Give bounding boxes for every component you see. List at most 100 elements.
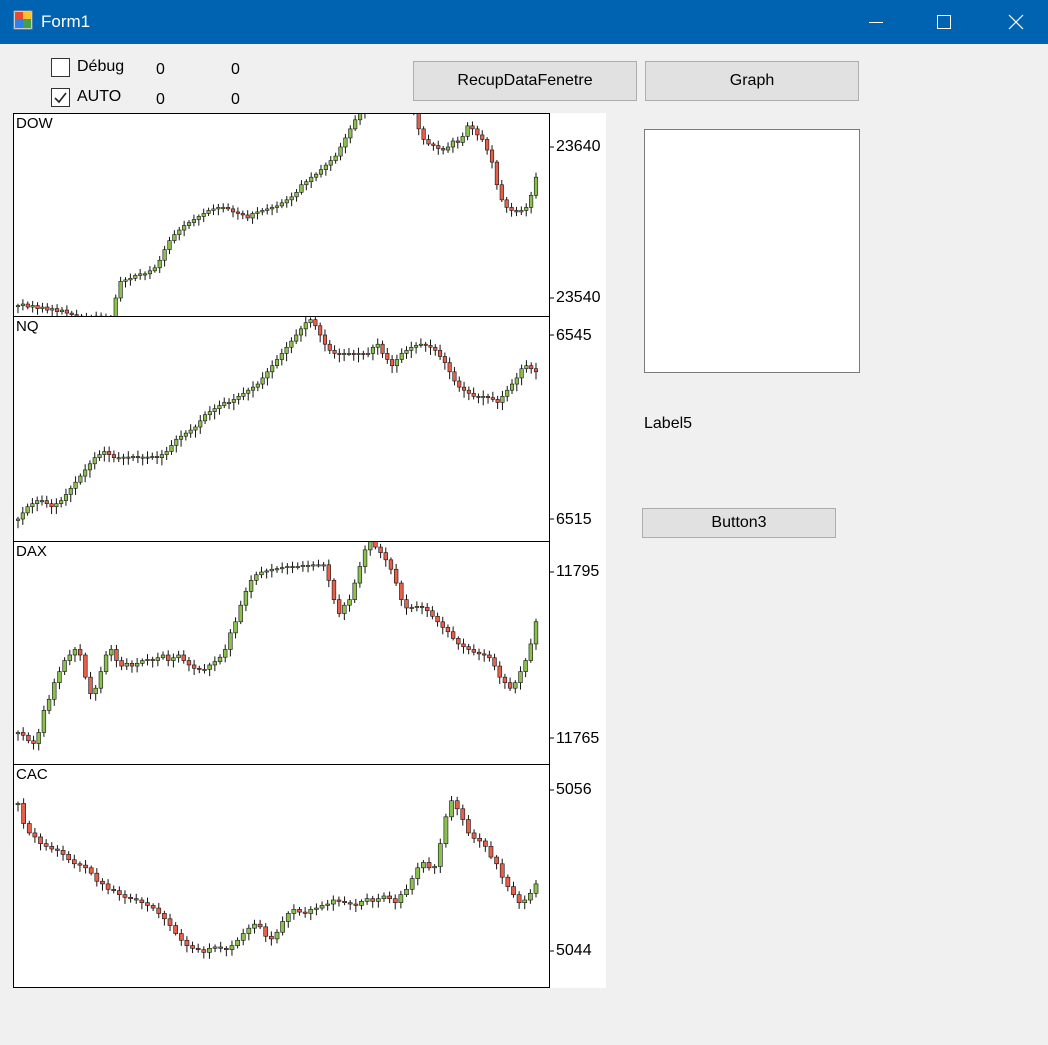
candle bbox=[450, 137, 455, 153]
candle bbox=[380, 340, 385, 358]
candle bbox=[145, 451, 150, 464]
chart-title: NQ bbox=[16, 318, 39, 335]
candle bbox=[129, 660, 135, 673]
candle bbox=[399, 580, 404, 606]
close-button[interactable] bbox=[993, 0, 1039, 44]
candle bbox=[103, 651, 109, 675]
recup-data-button[interactable]: RecupDataFenetre bbox=[413, 61, 637, 101]
checkmark-icon bbox=[54, 92, 67, 104]
candle bbox=[465, 122, 470, 141]
candle bbox=[77, 861, 83, 872]
candle bbox=[385, 348, 390, 364]
candle bbox=[399, 348, 404, 363]
candle bbox=[226, 203, 231, 211]
candle bbox=[321, 562, 326, 571]
candle bbox=[229, 940, 235, 956]
candle bbox=[66, 851, 72, 864]
candle bbox=[528, 638, 533, 663]
candle bbox=[499, 179, 504, 202]
candle bbox=[202, 664, 207, 674]
chart-title: DAX bbox=[16, 543, 47, 560]
candle bbox=[111, 450, 116, 463]
debug-checkbox[interactable] bbox=[51, 58, 70, 77]
candle bbox=[116, 452, 121, 462]
candle bbox=[519, 206, 524, 216]
candle bbox=[274, 566, 280, 573]
candle bbox=[83, 859, 88, 874]
maximize-button[interactable] bbox=[921, 0, 967, 44]
candle bbox=[186, 220, 192, 230]
candle bbox=[250, 381, 256, 398]
candle bbox=[102, 446, 107, 462]
candle bbox=[523, 658, 528, 678]
candle bbox=[166, 650, 171, 667]
y-tick-label: 11765 bbox=[556, 730, 600, 747]
candle bbox=[155, 451, 160, 465]
candle bbox=[107, 446, 112, 463]
candle bbox=[514, 372, 519, 392]
candle bbox=[370, 344, 375, 361]
candle bbox=[155, 652, 161, 667]
candle bbox=[430, 606, 435, 620]
window-title: Form1 bbox=[41, 12, 91, 31]
candle bbox=[118, 276, 123, 302]
candle bbox=[227, 398, 232, 410]
candle bbox=[178, 928, 184, 946]
y-tick-label: 5044 bbox=[556, 942, 592, 959]
candle bbox=[44, 495, 49, 508]
candle bbox=[150, 656, 155, 668]
chart-panel-nq: NQ 6545 6515 bbox=[13, 316, 606, 542]
candle bbox=[140, 658, 145, 667]
candle bbox=[284, 195, 289, 208]
candle bbox=[477, 833, 483, 848]
candle bbox=[265, 204, 270, 215]
candle bbox=[309, 172, 314, 188]
candle bbox=[63, 488, 68, 506]
candle bbox=[77, 644, 83, 661]
chart-panel-dow: DOW 23640 23540 bbox=[13, 113, 606, 317]
candle bbox=[294, 189, 299, 202]
graph-button[interactable]: Graph bbox=[645, 61, 859, 101]
candle bbox=[245, 210, 250, 222]
dow-chart bbox=[13, 113, 554, 317]
candle bbox=[461, 638, 466, 654]
candle bbox=[240, 210, 245, 220]
minimize-button[interactable] bbox=[853, 0, 899, 44]
candle bbox=[504, 196, 509, 213]
candle bbox=[270, 360, 275, 379]
candle bbox=[190, 941, 195, 954]
candle bbox=[342, 896, 347, 906]
candle bbox=[186, 657, 192, 672]
auto-checkbox[interactable] bbox=[51, 88, 70, 107]
candle bbox=[30, 498, 35, 514]
candle bbox=[250, 211, 255, 224]
candle bbox=[433, 344, 438, 356]
candle bbox=[30, 300, 35, 313]
candle bbox=[488, 841, 494, 860]
candle bbox=[196, 214, 201, 226]
candle bbox=[41, 705, 47, 737]
candle bbox=[470, 121, 475, 136]
button3[interactable]: Button3 bbox=[642, 508, 836, 538]
candle bbox=[454, 796, 460, 816]
candle bbox=[332, 345, 337, 359]
candle bbox=[181, 650, 186, 664]
candle bbox=[243, 587, 249, 612]
candle bbox=[455, 136, 460, 149]
candle bbox=[314, 172, 319, 182]
candle bbox=[206, 207, 211, 216]
candle bbox=[59, 307, 65, 315]
candle bbox=[147, 266, 153, 280]
candle bbox=[134, 658, 140, 673]
candle bbox=[300, 561, 306, 572]
candle bbox=[361, 350, 366, 360]
candle bbox=[139, 897, 145, 910]
candle bbox=[32, 828, 38, 843]
candle bbox=[445, 142, 451, 153]
candle bbox=[489, 145, 495, 169]
candle bbox=[353, 115, 358, 131]
candle bbox=[21, 727, 26, 741]
candle bbox=[83, 652, 88, 680]
candle bbox=[176, 650, 181, 663]
candle bbox=[119, 656, 124, 671]
